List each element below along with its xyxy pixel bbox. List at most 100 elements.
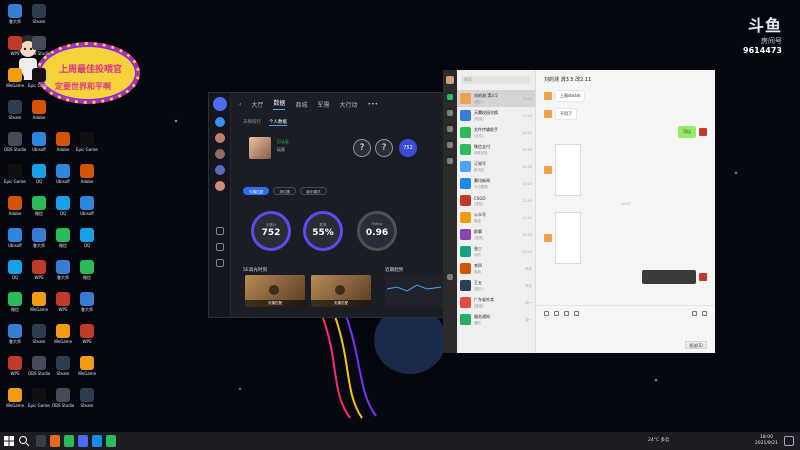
tab-supplies[interactable]: 军需 [317,100,329,109]
sender-avatar[interactable] [544,110,552,118]
friend-avatar[interactable] [214,133,225,143]
player-avatar[interactable] [249,137,271,159]
sender-avatar[interactable] [544,234,552,242]
desktop-shortcut[interactable]: WPS [28,260,50,280]
desktop-shortcut[interactable]: WPS [76,324,98,344]
chat-history-icon[interactable] [574,311,579,316]
weather-widget[interactable]: 24°C 多云 [648,437,670,443]
desktop-shortcut[interactable]: Adobe [52,132,74,152]
my-avatar[interactable] [699,128,707,136]
tab-store[interactable]: 商城 [295,100,307,109]
subtab-ladder[interactable]: 天梯排行 [243,119,261,126]
favorites-icon[interactable] [447,126,453,132]
tab-lobby[interactable]: 大厅 [251,100,263,109]
settings-icon[interactable] [215,227,224,235]
desktop-shortcut[interactable]: WeGame [28,292,50,312]
chat-list-item[interactable]: 微信支付 收款到账 15:30 [457,141,535,158]
chat-list-item[interactable]: 腾讯新闻 今日要闻 13:20 [457,175,535,192]
message-input-area[interactable]: 发送(S) [536,305,715,353]
desktop-shortcut[interactable]: Steam [28,4,50,24]
desktop-shortcut[interactable]: Ubisoft [52,164,74,184]
task-view-icon[interactable] [36,435,46,447]
desktop-shortcut[interactable]: Adobe [76,164,98,184]
desktop-shortcut[interactable]: QQ [76,228,98,248]
windows-start-icon[interactable] [4,436,14,446]
image-message[interactable] [555,212,581,264]
notification-icon[interactable] [784,436,794,446]
system-clock[interactable]: 18:00 2021/9/21 [755,435,778,447]
desktop-shortcut[interactable]: Epic Games [28,68,50,88]
desktop-shortcut[interactable]: Steam [28,324,50,344]
desktop-shortcut[interactable]: 微信 [52,228,74,248]
mode-ladder-button[interactable]: 天梯匹配 [243,187,270,195]
app-logo-icon[interactable] [212,97,227,111]
desktop-shortcut[interactable]: Ubisoft [28,132,50,152]
chat-list-item[interactable]: 广东省外卖 [链接] 周一 [457,294,535,311]
desktop-shortcut[interactable]: WPS [4,356,26,376]
friend-avatar[interactable] [214,181,225,191]
back-icon[interactable]: ‹ [239,101,241,108]
moments-icon[interactable] [447,158,453,164]
desktop-shortcut[interactable]: OBS Studio [28,36,50,56]
desktop-shortcut[interactable]: OBS Studio [4,132,26,152]
highlight-video[interactable]: 天梯匹配 [311,275,371,307]
highlight-video[interactable]: 天梯匹配 [245,275,305,307]
taskbar-app[interactable] [50,435,60,447]
desktop-shortcut[interactable]: 鲁大师 [4,324,26,344]
message-bubble[interactable]: 可以 [678,126,696,138]
desktop-shortcut[interactable]: Ubisoft [76,196,98,216]
desktop-shortcut[interactable]: 微信 [76,260,98,280]
desktop-shortcut[interactable]: Adobe [4,196,26,216]
sender-avatar[interactable] [544,166,552,174]
desktop-shortcut[interactable]: 微信 [28,196,50,216]
more-tabs-button[interactable]: ••• [367,101,378,108]
video-call-icon[interactable] [702,311,707,316]
friend-avatar[interactable] [214,117,225,127]
desktop-shortcut[interactable]: Epic Games [76,132,98,152]
friend-avatar[interactable] [214,165,225,175]
chat-list-item[interactable]: CSGO [语音] 12:45 [457,192,535,209]
desktop-shortcut[interactable]: WeGame [76,356,98,376]
emoji-icon[interactable] [544,311,549,316]
play-icon[interactable] [269,285,279,295]
chat-list-item[interactable]: 王五 [图片] 昨天 [457,277,535,294]
message-icon[interactable] [215,243,224,251]
5e-platform-window[interactable]: ‹ 大厅 数据 商城 军需 大行动 ••• 天梯排行 个人数据 已认证 玩家 ?… [208,92,444,318]
desktop-shortcut[interactable]: Epic Games [4,164,26,184]
desktop-shortcut[interactable]: WPS [4,36,26,56]
chat-list-item[interactable]: 服务通知 通知 周一 [457,311,535,328]
screenshot-icon[interactable] [564,311,569,316]
hidden-stat-2[interactable]: ? [375,139,393,157]
my-avatar[interactable] [446,76,454,84]
message-bubble[interactable]: 上周steam [555,90,586,102]
desktop-shortcut[interactable]: WeGame [4,388,26,408]
play-icon[interactable] [335,285,345,295]
desktop-shortcut[interactable]: OBS Studio [28,356,50,376]
chat-list-item[interactable]: 订阅号 新消息 14:58 [457,158,535,175]
file-icon[interactable] [554,311,559,316]
desktop-shortcut[interactable]: Adobe [28,100,50,120]
chat-icon[interactable] [447,94,453,100]
voice-call-icon[interactable] [692,311,697,316]
chat-list-item[interactable]: 李四 收到 昨天 [457,260,535,277]
subtab-personal[interactable]: 个人数据 [269,119,287,126]
chat-list-item[interactable]: 天翼校园兑换 [链接] 17:40 [457,107,535,124]
taskbar-app-wechat[interactable] [106,435,116,447]
friend-avatar[interactable] [214,149,225,159]
taskbar-app[interactable] [78,435,88,447]
desktop-shortcut[interactable]: 鲁大师 [28,228,50,248]
hidden-stat-1[interactable]: ? [353,139,371,157]
video-message[interactable] [642,270,696,284]
desktop-shortcut[interactable]: Steam [76,388,98,408]
contacts-icon[interactable] [447,110,453,116]
chat-list-item[interactable]: 文件传输助手 [文件] 16:12 [457,124,535,141]
menu-icon[interactable] [215,259,224,267]
desktop-shortcut[interactable]: WPS [52,292,74,312]
desktop-shortcut[interactable]: Epic Games [28,388,50,408]
desktop-shortcut[interactable]: 鲁大师 [76,292,98,312]
desktop-shortcut[interactable]: WeGame [52,324,74,344]
sender-avatar[interactable] [544,92,552,100]
taskbar-app[interactable] [64,435,74,447]
wechat-window[interactable]: 搜索 刘的测 渭3.5 [图片] 18:05 天翼校园兑换 [链接] 17:40 文件传输助… [443,70,715,353]
mode-rank-button[interactable]: 排位赛 [273,187,297,195]
